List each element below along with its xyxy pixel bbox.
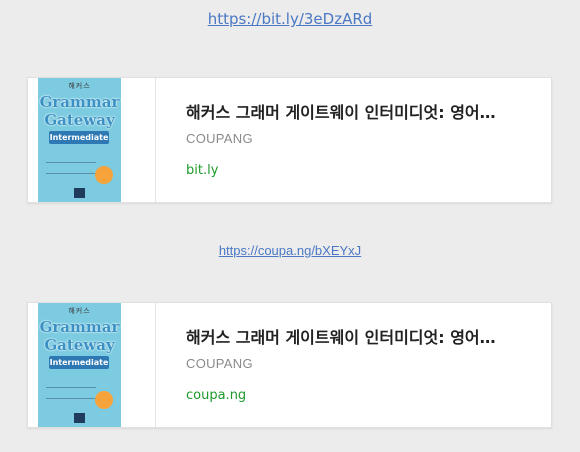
mid-link-row: https://coupa.ng/bXEYxJ [0, 243, 580, 258]
book-decor-lines [46, 162, 96, 174]
card-info: 해커스 그래머 게이트웨이 인터미디엇: 영어… COUPANG coupa.n… [186, 303, 539, 427]
thumbnail: 해커스 Grammar Gateway Intermediate [28, 303, 156, 427]
book-cover-image: 해커스 Grammar Gateway Intermediate [38, 303, 121, 427]
book-title-line2: Gateway [44, 111, 115, 129]
book-badge [95, 166, 113, 184]
card-title[interactable]: 해커스 그래머 게이트웨이 인터미디엇: 영어… [186, 99, 496, 123]
book-decor-lines [46, 387, 96, 399]
thumbnail: 해커스 Grammar Gateway Intermediate [28, 78, 156, 202]
publisher-logo [74, 188, 85, 198]
book-subtitle: Intermediate [49, 356, 109, 369]
card-domain: coupa.ng [186, 388, 247, 403]
card-source: COUPANG [186, 356, 253, 371]
book-title-line1: Grammar [39, 93, 120, 111]
link-preview-card[interactable]: 해커스 Grammar Gateway Intermediate 해커스 그래머… [27, 302, 552, 428]
book-series-label: 해커스 [68, 82, 91, 90]
book-title-line1: Grammar [39, 318, 120, 336]
card-source: COUPANG [186, 131, 253, 146]
bitly-link[interactable]: https://bit.ly/3eDzARd [208, 10, 373, 28]
card-info: 해커스 그래머 게이트웨이 인터미디엇: 영어… COUPANG bit.ly [186, 78, 539, 202]
coupang-link[interactable]: https://coupa.ng/bXEYxJ [219, 243, 361, 258]
card-domain: bit.ly [186, 163, 219, 178]
book-title-line2: Gateway [44, 336, 115, 354]
book-series-label: 해커스 [68, 307, 91, 315]
card-title[interactable]: 해커스 그래머 게이트웨이 인터미디엇: 영어… [186, 324, 496, 348]
book-cover-image: 해커스 Grammar Gateway Intermediate [38, 78, 121, 202]
link-preview-card[interactable]: 해커스 Grammar Gateway Intermediate 해커스 그래머… [27, 77, 552, 203]
top-link-row: https://bit.ly/3eDzARd [0, 10, 580, 28]
book-badge [95, 391, 113, 409]
book-subtitle: Intermediate [49, 131, 109, 144]
publisher-logo [74, 413, 85, 423]
